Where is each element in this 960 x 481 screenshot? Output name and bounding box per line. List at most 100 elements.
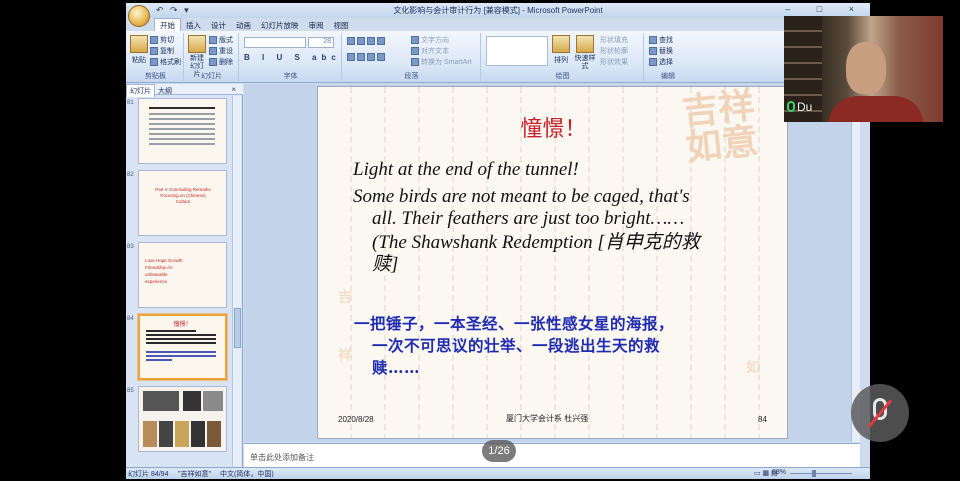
reset-label: 重设 [219, 48, 233, 55]
smartart-label: 转换为 SmartArt [421, 59, 472, 66]
delete-label: 删除 [219, 59, 233, 66]
layout-button[interactable]: 版式 [209, 35, 233, 45]
thumbnail-number: 83 [127, 244, 134, 250]
smartart-button[interactable]: 转换为 SmartArt [411, 57, 472, 67]
format-painter-label: 格式刷 [160, 59, 181, 66]
notes-pane[interactable]: 单击此处添加备注 [244, 443, 860, 467]
decorative-seal: 吉 [338, 290, 352, 306]
copy-icon [150, 47, 158, 56]
zoom-slider-knob[interactable] [812, 470, 816, 477]
paste-button[interactable]: 粘贴 [130, 35, 148, 65]
reset-button[interactable]: 重设 [209, 46, 233, 56]
justify-icon [377, 53, 385, 61]
reset-icon [209, 47, 217, 56]
paste-icon [130, 35, 148, 53]
slide-thumbnail-84[interactable]: 憧憬！ [138, 314, 227, 380]
indent-icon [367, 37, 375, 45]
replace-button[interactable]: 替换 [649, 46, 673, 56]
participant-face [846, 42, 886, 94]
quick-access-toolbar[interactable]: ↶ ↷ ▾ [156, 5, 191, 16]
format-painter-button[interactable]: 格式刷 [150, 57, 181, 67]
tab-home[interactable]: 开始 [154, 18, 181, 32]
delete-icon [209, 58, 217, 67]
footer-page-number: 84 [758, 415, 767, 424]
powerpoint-window: 文化影响与会计审计行为 [兼容模式] - Microsoft PowerPoin… [126, 3, 870, 479]
slide-chinese-line: 一次不可思议的壮举、一段逃出生天的救 [372, 336, 661, 355]
office-button[interactable] [128, 5, 150, 27]
zoom-level[interactable]: 68% [772, 469, 786, 476]
replace-icon [649, 47, 657, 56]
window-controls[interactable]: – □ × [785, 4, 866, 14]
thumbnail-title: 憧憬！ [173, 322, 192, 328]
close-icon[interactable]: × [228, 84, 239, 95]
copy-button[interactable]: 复制 [150, 46, 174, 56]
clipboard-group-label: 剪贴板 [145, 73, 166, 80]
scrollbar-thumb[interactable] [234, 308, 241, 348]
language-status[interactable]: 中文(简体，中国) [220, 469, 274, 479]
font-size-input[interactable]: 28 [308, 37, 334, 48]
slide-text-line: 赎] [372, 254, 399, 275]
slides-group-label: 幻灯片 [201, 73, 222, 80]
thumbnail-number: 84 [127, 316, 134, 322]
shape-fill-button[interactable]: 形状填充 [600, 35, 628, 45]
editing-group-label: 编辑 [661, 73, 675, 80]
slide-chinese-line: 一把锤子，一本圣经、一张性感女星的海报， [354, 314, 675, 333]
quick-styles-label: 快速样式 [574, 55, 596, 70]
align-right-icon [367, 53, 375, 61]
align-left-icon [347, 53, 355, 61]
select-button[interactable]: 选择 [649, 57, 673, 67]
select-icon [649, 58, 657, 67]
cut-button[interactable]: 剪切 [150, 35, 174, 45]
arrange-button[interactable]: 排列 [552, 35, 570, 65]
thumbnail-scrollbar[interactable] [232, 96, 241, 466]
slide-thumbnail-83[interactable]: Love Hope Growth Friendship An unbearabl… [138, 242, 227, 308]
slide-editing-area: 吉祥如意 吉 祥 如 憧憬！ Light at the end of the t… [244, 84, 860, 442]
slide-scrollbar[interactable] [851, 84, 860, 442]
participant-name: Du [787, 100, 812, 114]
font-name-input[interactable] [244, 37, 306, 48]
editing-group: 查找 替换 选择 编辑 [645, 33, 691, 81]
align-buttons[interactable] [347, 53, 387, 61]
thumbnail-number: 85 [127, 388, 134, 394]
title-bar: 文化影响与会计审计行为 [兼容模式] - Microsoft PowerPoin… [126, 3, 870, 18]
quick-styles-button[interactable]: 快速样式 [574, 35, 596, 71]
align-text-button[interactable]: 对齐文本 [411, 46, 449, 56]
paragraph-group-label: 段落 [404, 73, 419, 80]
find-button[interactable]: 查找 [649, 35, 673, 45]
shapes-gallery[interactable] [486, 36, 548, 66]
layout-label: 版式 [219, 37, 233, 44]
layout-icon [209, 36, 217, 45]
text-direction-button[interactable]: 文字方向 [411, 35, 449, 45]
shape-effects-button[interactable]: 形状效果 [600, 57, 628, 67]
current-slide[interactable]: 吉祥如意 吉 祥 如 憧憬！ Light at the end of the t… [317, 86, 788, 439]
slide-chinese-line: 赎…… [372, 358, 421, 377]
slide-thumbnail-85[interactable] [138, 386, 227, 452]
slide-text-line: (The Shawshank Redemption [肖申克的救 [372, 232, 700, 253]
thumbnail-text: Love Hope Growth Friendship An unbearabl… [145, 258, 183, 284]
tab-slides[interactable]: 幻灯片 [126, 84, 155, 97]
zoom-slider[interactable] [790, 473, 852, 474]
align-center-icon [357, 53, 365, 61]
shape-outline-button[interactable]: 形状轮廓 [600, 46, 628, 56]
screen: 文化影响与会计审计行为 [兼容模式] - Microsoft PowerPoin… [0, 0, 960, 481]
notes-placeholder: 单击此处添加备注 [250, 453, 314, 462]
slide-thumbnail-82[interactable]: Part V Concluding Remarks Focusing on (C… [138, 170, 227, 236]
delete-slide-button[interactable]: 删除 [209, 57, 233, 67]
mic-icon [787, 101, 795, 112]
arrange-label: 排列 [554, 57, 568, 64]
mute-button[interactable] [851, 384, 909, 442]
slide-thumbnail-81[interactable] [138, 98, 227, 164]
align-text-icon [411, 47, 419, 56]
arrange-icon [552, 35, 570, 53]
bullets-button[interactable] [347, 37, 387, 45]
cut-label: 剪切 [160, 37, 174, 44]
webcam-video: Du [784, 16, 943, 122]
tab-outline[interactable]: 大纲 [155, 85, 175, 97]
bullets-icon [347, 37, 355, 45]
select-label: 选择 [659, 59, 673, 66]
drawing-group: 排列 快速样式 形状填充 形状轮廓 形状效果 绘图 [482, 33, 644, 81]
slide-text-line: all. Their feathers are just too bright…… [372, 208, 685, 229]
text-direction-label: 文字方向 [421, 37, 449, 44]
participant-shirt [828, 96, 924, 122]
font-format-buttons[interactable]: B I U S abc [244, 53, 341, 62]
